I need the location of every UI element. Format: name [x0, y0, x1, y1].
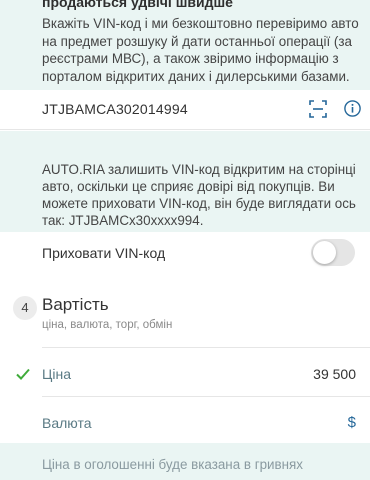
price-step-subtitle: ціна, валюта, торг, обмін	[42, 319, 173, 331]
vin-info-heading: продаються удвічі швидше	[42, 0, 233, 10]
price-input[interactable]: 39 500	[313, 366, 356, 382]
price-note-panel: Ціна в оголошенні буде вказана в гривнях	[0, 443, 370, 480]
info-icon[interactable]	[344, 100, 361, 117]
divider	[42, 396, 370, 397]
hide-vin-label: Приховати VIN-код	[42, 245, 166, 261]
currency-select[interactable]: $	[348, 414, 356, 431]
currency-label: Валюта	[42, 415, 92, 431]
price-step-title: Вартість	[42, 295, 109, 314]
scan-icon[interactable]	[309, 100, 327, 118]
vin-info-description: Вкажіть VIN-код і ми безкоштовно перевір…	[42, 16, 359, 84]
toggle-knob	[313, 241, 336, 264]
vin-info-panel: продаються удвічі швидше Вкажіть VIN-код…	[0, 0, 370, 90]
divider	[42, 347, 370, 348]
vin-field[interactable]: JTJBAMCA302014994	[42, 101, 188, 117]
price-label: Ціна	[42, 366, 71, 382]
price-note-text: Ціна в оголошенні буде вказана в гривнях	[42, 457, 303, 472]
price-step-header	[0, 283, 370, 347]
check-icon	[16, 368, 30, 380]
hide-vin-toggle[interactable]	[311, 239, 355, 266]
vin-visibility-note: AUTO.RIA залишить VIN-код відкритим на с…	[0, 131, 370, 232]
vin-visibility-text: AUTO.RIA залишить VIN-код відкритим на с…	[42, 162, 356, 228]
step-number-badge: 4	[13, 296, 37, 320]
